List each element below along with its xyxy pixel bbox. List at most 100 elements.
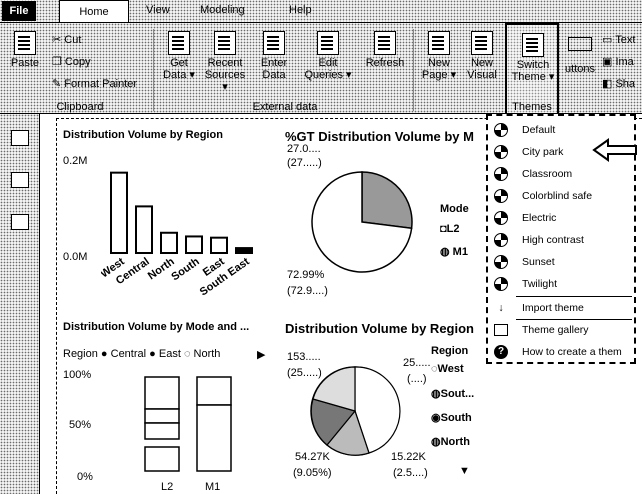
new-page-label: New Page bbox=[421, 57, 450, 81]
shapes-button[interactable]: ◧ Sha bbox=[602, 77, 635, 90]
stacked-legend-east-dot: ● bbox=[149, 348, 159, 360]
edit-queries-icon bbox=[317, 31, 339, 55]
theme-label: Classroom bbox=[522, 168, 573, 180]
buttons-label: uttons bbox=[565, 63, 595, 75]
clipboard-icon bbox=[14, 31, 36, 55]
copy-button[interactable]: ❐ Copy bbox=[52, 55, 91, 68]
legend-next-icon[interactable]: ▶ bbox=[257, 348, 265, 361]
stacked-x-label: M1 bbox=[205, 481, 221, 493]
report-view-icon[interactable] bbox=[11, 130, 29, 146]
new-visual-button[interactable]: New Visual bbox=[462, 31, 502, 81]
ribbon: Paste ✂ Cut ❐ Copy ✎ Format Painter Clip… bbox=[0, 22, 642, 115]
pie2-legend-item[interactable]: ◉South bbox=[431, 411, 472, 424]
refresh-label: Refresh bbox=[365, 57, 405, 69]
recent-sources-button[interactable]: Recent Sources ▾ bbox=[202, 31, 248, 93]
theme-item-default[interactable]: Default bbox=[494, 120, 555, 140]
pie-chart-region[interactable] bbox=[307, 363, 403, 459]
stacked-bar-segment bbox=[144, 376, 180, 410]
paste-label: Paste bbox=[10, 57, 40, 69]
stacked-bar-segment bbox=[196, 404, 232, 472]
tab-help[interactable]: Help bbox=[289, 4, 312, 16]
theme-item-colorblind-safe[interactable]: Colorblind safe bbox=[494, 186, 592, 206]
cut-label: Cut bbox=[64, 34, 82, 46]
tab-modeling[interactable]: Modeling bbox=[200, 4, 245, 16]
recent-sources-icon bbox=[214, 31, 236, 55]
import-theme-item[interactable]: ↓ Import theme bbox=[494, 298, 583, 318]
tab-bar: File Home View Modeling Help bbox=[0, 0, 642, 23]
legend-scroll-down-icon[interactable]: ▼ bbox=[459, 465, 470, 477]
stacked-bar-segment bbox=[144, 408, 180, 424]
enter-data-label: Enter Data bbox=[260, 57, 288, 81]
enter-data-button[interactable]: Enter Data bbox=[254, 31, 294, 81]
tab-home[interactable]: Home bbox=[59, 0, 129, 23]
tab-view[interactable]: View bbox=[146, 4, 170, 16]
bar-central bbox=[135, 205, 153, 254]
theme-item-classroom[interactable]: Classroom bbox=[494, 164, 572, 184]
pie1-legend-item[interactable]: ◍ M1 bbox=[440, 245, 468, 258]
pie2-legend-item[interactable]: ◌West bbox=[431, 363, 464, 375]
switch-theme-icon bbox=[522, 33, 544, 57]
theme-label: Default bbox=[522, 124, 556, 136]
text-box-label: Text bbox=[615, 34, 636, 46]
format-painter-button[interactable]: ✎ Format Painter bbox=[52, 77, 137, 90]
theme-item-sunset[interactable]: Sunset bbox=[494, 252, 555, 272]
clipboard-group-label: Clipboard bbox=[56, 101, 104, 113]
refresh-button[interactable]: Refresh bbox=[362, 31, 408, 69]
stacked-legend-north[interactable]: North bbox=[194, 348, 221, 360]
theme-item-city-park[interactable]: City park bbox=[494, 142, 563, 162]
tab-file[interactable]: File bbox=[2, 1, 36, 21]
cut-button[interactable]: ✂ Cut bbox=[52, 33, 81, 46]
get-data-button[interactable]: Get Data ▾ bbox=[160, 31, 198, 81]
theme-item-twilight[interactable]: Twilight bbox=[494, 274, 557, 294]
paste-button[interactable]: Paste bbox=[8, 31, 42, 69]
stacked-legend-central[interactable]: Central bbox=[111, 348, 146, 360]
pie2-legend-north: North bbox=[440, 436, 470, 448]
theme-swatch-icon bbox=[494, 123, 508, 137]
theme-label: High contrast bbox=[522, 234, 584, 246]
copy-label: Copy bbox=[64, 56, 91, 68]
bar-y-tick: 0.0M bbox=[63, 251, 88, 263]
image-button[interactable]: ▣ Ima bbox=[602, 55, 634, 68]
theme-label: Sunset bbox=[522, 256, 555, 268]
image-icon: ▣ bbox=[602, 56, 616, 68]
model-view-icon[interactable] bbox=[11, 214, 29, 230]
stacked-legend-east[interactable]: East bbox=[159, 348, 181, 360]
shapes-label: Sha bbox=[615, 78, 636, 90]
edit-queries-button[interactable]: Edit Queries ▾ bbox=[304, 31, 352, 81]
text-box-icon: ▭ bbox=[602, 34, 616, 46]
copy-icon: ❐ bbox=[52, 56, 65, 68]
pie1-slice-l2 bbox=[361, 171, 413, 230]
new-visual-label: New Visual bbox=[467, 57, 497, 81]
theme-label: Colorblind safe bbox=[522, 190, 593, 202]
theme-item-electric[interactable]: Electric bbox=[494, 208, 556, 228]
data-view-icon[interactable] bbox=[11, 172, 29, 188]
text-box-button[interactable]: ▭ Text bbox=[602, 33, 635, 46]
stacked-legend: Region ● Central ● East ◌ North bbox=[63, 348, 220, 360]
stacked-y-tick: 0% bbox=[77, 471, 93, 483]
view-switcher-rail bbox=[0, 114, 40, 494]
stacked-bar-chart[interactable] bbox=[141, 373, 241, 481]
theme-item-high-contrast[interactable]: High contrast bbox=[494, 230, 584, 250]
pie2-label: (....) bbox=[407, 373, 427, 385]
import-arrow-icon: ↓ bbox=[498, 302, 504, 314]
bar-category-label: South bbox=[169, 255, 202, 283]
pie2-legend-southeast: Sout... bbox=[440, 388, 475, 400]
pie1-legend-item[interactable]: ◘L2 bbox=[440, 223, 460, 235]
gallery-icon bbox=[494, 324, 508, 336]
theme-gallery-item[interactable]: Theme gallery bbox=[494, 320, 589, 340]
pie-chart-mode[interactable] bbox=[307, 167, 417, 277]
stacked-legend-central-dot: ● bbox=[100, 348, 111, 360]
how-to-create-theme-item[interactable]: ? How to create a them bbox=[494, 342, 622, 362]
bar-chart[interactable]: WestCentralNorthSouth EastSouth East bbox=[101, 149, 271, 319]
new-page-icon bbox=[428, 31, 450, 55]
stacked-bar-segment bbox=[144, 422, 180, 440]
theme-swatch-icon bbox=[494, 277, 508, 291]
new-page-button[interactable]: New Page ▾ bbox=[418, 31, 460, 81]
bar-south bbox=[185, 235, 203, 255]
pie2-legend-item[interactable]: ◍North bbox=[431, 435, 470, 448]
buttons-button[interactable]: uttons bbox=[562, 37, 598, 75]
pie2-label: 153..... bbox=[287, 351, 321, 363]
pie2-legend-item[interactable]: ◍Sout... bbox=[431, 387, 474, 400]
switch-theme-button[interactable]: Switch Theme ▾ bbox=[509, 33, 557, 83]
edit-queries-label: Edit Queries bbox=[304, 57, 343, 81]
